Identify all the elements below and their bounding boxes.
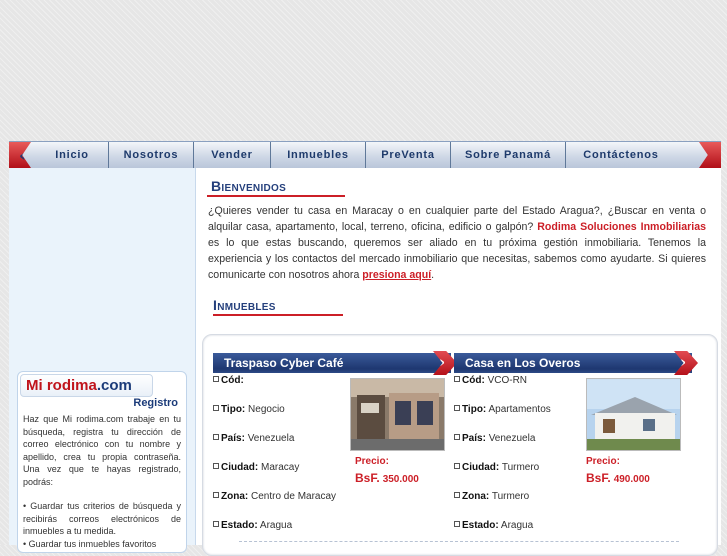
inmuebles-title: Inmuebles [213,297,276,313]
welcome-text-2: es lo que estas buscando, queremos ser a… [208,237,706,281]
welcome-title: Bienvenidos [211,178,287,194]
nav-vender[interactable]: Vender [193,142,270,168]
registro-title[interactable]: Registro [133,397,178,409]
registro-bullet-2: • Guardar tus inmuebles favoritos [23,538,157,549]
field-pais: País: Venezuela [213,433,353,462]
header-banner [0,0,727,141]
sidebar: Mi rodima.com Registro Haz que Mi rodima… [9,168,196,553]
listing-photo[interactable] [586,378,681,451]
price-label: Precio: [586,456,620,467]
listing-title[interactable]: Casa en Los Overos [465,356,580,370]
listing-photo[interactable] [350,378,445,451]
price-value: BsF. 490.000 [586,471,650,485]
presiona-aqui-link[interactable]: presiona aquí [362,269,431,281]
field-tipo: Tipo: Negocio [213,404,353,433]
chevron-right-icon: › [701,146,708,165]
price-label: Precio: [355,456,389,467]
nav-sobre-panama[interactable]: Sobre Panamá [450,142,565,168]
nav-right-cap: › [699,142,721,168]
brand-name: Rodima Soluciones Inmobiliarias [537,221,706,233]
field-pais: País: Venezuela [454,433,594,462]
listing-fields: Cód: VCO-RN Tipo: Apartamentos País: Ven… [454,375,594,549]
listing-divider [239,541,679,542]
field-ciudad: Ciudad: Maracay [213,462,353,491]
main-content: Bienvenidos ¿Quieres vender tu casa en M… [202,168,718,556]
field-ciudad: Ciudad: Turmero [454,462,594,491]
field-zona: Zona: Turmero [454,491,594,520]
welcome-underline [207,195,345,197]
field-cod: Cód: [213,375,353,404]
registro-description: Haz que Mi rodima.com trabaje en tu búsq… [23,414,181,487]
listing-card: Casa en Los Overos › Cód: VCO-RN Tipo: Ap… [454,351,698,531]
welcome-text: ¿Quieres vender tu casa en Maracay o en … [208,205,706,281]
main-navigation: ‹ Inicio Nosotros Vender Inmuebles PreVe… [9,141,721,169]
nav-inicio[interactable]: Inicio [36,142,108,168]
nav-inmuebles[interactable]: Inmuebles [270,142,365,168]
registro-box: Mi rodima.com Registro Haz que Mi rodima… [17,371,187,553]
field-cod: Cód: VCO-RN [454,375,594,404]
listing-title-bar[interactable]: Casa en Los Overos › [454,351,698,375]
listing-card: Traspaso Cyber Café › Cód: Tipo: Negocio … [213,351,457,531]
nav-preventa[interactable]: PreVenta [365,142,450,168]
nav-nosotros[interactable]: Nosotros [108,142,193,168]
nav-contactenos[interactable]: Contáctenos [565,142,676,168]
logo-domain: .com [96,377,132,394]
listing-fields: Cód: Tipo: Negocio País: Venezuela Ciuda… [213,375,353,549]
registro-bullet-1: • Guardar tus criterios de búsqueda y re… [23,501,181,536]
listing-title[interactable]: Traspaso Cyber Café [224,356,343,370]
listing-title-bar[interactable]: Traspaso Cyber Café › [213,351,457,375]
page-body: Mi rodima.com Registro Haz que Mi rodima… [9,168,721,556]
logo-text: Mi rodima [26,377,97,394]
inmuebles-underline [213,314,343,316]
field-zona: Zona: Centro de Maracay [213,491,353,520]
mirodima-logo[interactable]: Mi rodima.com [20,374,153,397]
field-tipo: Tipo: Apartamentos [454,404,594,433]
price-value: BsF. 350.000 [355,471,419,485]
registro-text: Haz que Mi rodima.com trabaje en tu búsq… [23,413,181,550]
